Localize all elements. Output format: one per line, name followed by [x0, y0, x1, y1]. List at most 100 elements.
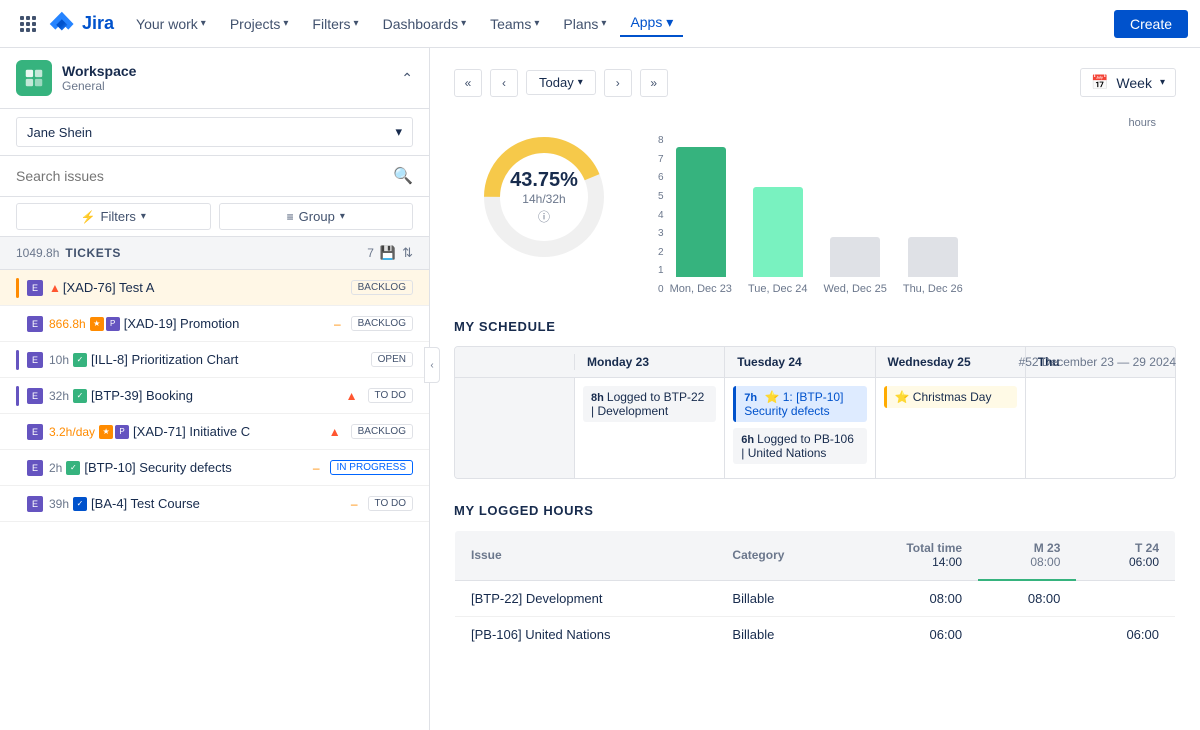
ticket-name: [XAD-76] Test A — [63, 280, 345, 295]
chevron-down-icon: ▾ — [395, 124, 402, 140]
ticket-status: BACKLOG — [351, 424, 413, 439]
toggle-sidebar-button[interactable]: ‹ — [424, 347, 440, 383]
total-cell: 08:00 — [844, 580, 978, 617]
today-button[interactable]: Today ▾ — [526, 70, 596, 95]
group-button[interactable]: ≡ Group ▾ — [219, 203, 414, 230]
ticket-status: TO DO — [368, 388, 413, 403]
save-icon[interactable]: 💾 — [380, 245, 396, 261]
m23-cell: 08:00 — [978, 580, 1076, 617]
workspace-info: Workspace General — [62, 63, 391, 93]
ticket-type-icon: E — [27, 460, 43, 476]
jira-logo[interactable]: Jira — [48, 10, 114, 38]
m23-cell — [978, 617, 1076, 653]
event-hours: 6h — [741, 434, 757, 446]
total-cell: 06:00 — [844, 617, 978, 653]
event-icon: ⭐ — [764, 390, 779, 404]
table-row[interactable]: [BTP-22] Development Billable 08:00 08:0… — [455, 580, 1176, 617]
chevron-down-icon: ▾ — [666, 14, 673, 30]
category-cell: Billable — [716, 580, 844, 617]
table-row[interactable]: E ▲ [XAD-76] Test A BACKLOG — [0, 270, 429, 306]
table-row[interactable]: E 32h ✓ [BTP-39] Booking ▲ TO DO — [0, 378, 429, 414]
sort-icon[interactable]: ⇅ — [402, 245, 413, 261]
donut-chart: 43.75% 14h/32h ⓘ — [454, 117, 634, 267]
ticket-type-icon: E — [27, 316, 43, 332]
logo-text: Jira — [82, 13, 114, 34]
ticket-type-icon: E — [27, 424, 43, 440]
nav-teams[interactable]: Teams ▾ — [480, 12, 549, 36]
nav-skip-forward-button[interactable]: » — [640, 69, 668, 97]
priority-icon: – — [334, 317, 341, 331]
search-bar: 🔍 — [0, 156, 429, 197]
search-input[interactable] — [16, 168, 385, 184]
ticket-icon: ✓ — [66, 461, 80, 475]
bar-gray — [830, 237, 880, 277]
ticket-count-badge: 7 — [367, 246, 374, 260]
schedule-event[interactable]: 6h Logged to PB-106 | United Nations — [733, 428, 866, 464]
calendar-icon: 📅 — [1091, 74, 1108, 91]
table-row[interactable]: E 2h ✓ [BTP-10] Security defects – IN PR… — [0, 450, 429, 486]
chevron-down-icon: ▾ — [340, 211, 345, 222]
priority-bar — [16, 386, 19, 406]
bar-label: Mon, Dec 23 — [670, 283, 732, 295]
grid-icon[interactable] — [12, 8, 44, 40]
event-icon: ⭐ — [895, 390, 910, 404]
table-row[interactable]: E 866.8h ★ P [XAD-19] Promotion – BACKLO… — [0, 306, 429, 342]
expand-icon[interactable]: ⌃ — [401, 70, 413, 87]
nav-dashboards[interactable]: Dashboards ▾ — [373, 12, 477, 36]
table-row[interactable]: [PB-106] United Nations Billable 06:00 0… — [455, 617, 1176, 653]
ticket-icon: ✓ — [73, 389, 87, 403]
left-sidebar: Workspace General ⌃ Jane Shein ▾ 🔍 ⚡ Fil… — [0, 48, 430, 730]
schedule-event[interactable]: 7h ⭐ 1: [BTP-10] Security defects — [733, 386, 866, 422]
chevron-down-icon: ▾ — [601, 18, 606, 29]
create-button[interactable]: Create — [1114, 10, 1188, 38]
table-row[interactable]: E 10h ✓ [ILL-8] Prioritization Chart OPE… — [0, 342, 429, 378]
workspace-name: Workspace — [62, 63, 391, 79]
chevron-down-icon: ▾ — [461, 18, 466, 29]
nav-apps[interactable]: Apps ▾ — [620, 10, 683, 37]
ticket-name: [XAD-19] Promotion — [124, 316, 330, 331]
sidebar-header: Workspace General ⌃ — [0, 48, 429, 109]
t24-cell — [1076, 580, 1175, 617]
schedule-event[interactable]: ⭐ Christmas Day — [884, 386, 1017, 408]
nav-plans[interactable]: Plans ▾ — [553, 12, 616, 36]
priority-bar — [16, 350, 19, 370]
schedule-event[interactable]: 8h Logged to BTP-22 | Development — [583, 386, 716, 422]
bar-monday: Mon, Dec 23 — [670, 117, 732, 295]
nav-forward-button[interactable]: › — [604, 69, 632, 97]
nav-projects[interactable]: Projects ▾ — [220, 12, 299, 36]
workspace-sub: General — [62, 79, 391, 93]
schedule-wednesday-col: ⭐ Christmas Day — [876, 378, 1026, 478]
col-issue-header: Issue — [455, 531, 717, 581]
nav-your-work[interactable]: Your work ▾ — [126, 12, 216, 36]
bar-label: Tue, Dec 24 — [748, 283, 808, 295]
ticket-status: TO DO — [368, 496, 413, 511]
donut-wrapper: 43.75% 14h/32h ⓘ — [474, 127, 614, 267]
view-selector[interactable]: 📅 Week ▾ — [1080, 68, 1176, 97]
ticket-type-icon: E — [27, 388, 43, 404]
filters-button[interactable]: ⚡ Filters ▾ — [16, 203, 211, 230]
schedule-container: Monday 23 Tuesday 24 Wednesday 25 Thu #5… — [454, 346, 1176, 479]
top-nav: Jira Your work ▾ Projects ▾ Filters ▾ Da… — [0, 0, 1200, 48]
priority-bar — [16, 278, 19, 298]
sidebar-header-controls: ⌃ — [401, 70, 413, 87]
ticket-hours: 3.2h/day — [49, 425, 95, 439]
ticket-hours: 32h — [49, 389, 69, 403]
priority-icon: ▲ — [329, 425, 341, 439]
nav-skip-back-button[interactable]: « — [454, 69, 482, 97]
search-icon[interactable]: 🔍 — [393, 166, 413, 186]
user-selector: Jane Shein ▾ — [0, 109, 429, 156]
nav-filters[interactable]: Filters ▾ — [302, 12, 368, 36]
tickets-header: 1049.8h TICKETS 7 💾 ⇅ — [0, 237, 429, 270]
schedule-thursday-col — [1026, 378, 1175, 478]
week-range-label: #52 December 23 — 29 2024 — [1019, 355, 1176, 369]
user-select-button[interactable]: Jane Shein ▾ — [16, 117, 413, 147]
nav-back-button[interactable]: ‹ — [490, 69, 518, 97]
priority-icon: ▲ — [346, 389, 358, 403]
event-title: Christmas Day — [913, 390, 992, 404]
ticket-status: OPEN — [371, 352, 413, 367]
table-row[interactable]: E 39h ✓ [BA-4] Test Course – TO DO — [0, 486, 429, 522]
ticket-status: IN PROGRESS — [330, 460, 413, 475]
table-row[interactable]: E 3.2h/day ★ P [XAD-71] Initiative C ▲ B… — [0, 414, 429, 450]
ticket-type-icon: E — [27, 496, 43, 512]
info-icon[interactable]: ⓘ — [510, 208, 578, 225]
